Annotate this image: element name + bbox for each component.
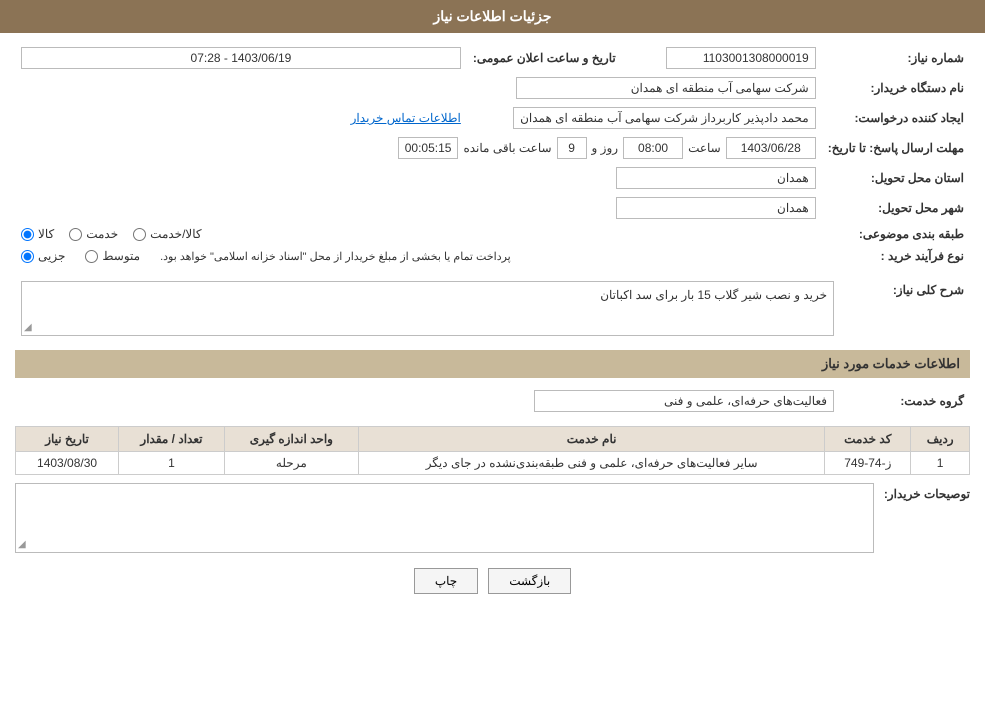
response-time-value: 08:00	[623, 137, 683, 159]
service-group-value: فعالیت‌های حرفه‌ای، علمی و فنی	[534, 390, 834, 412]
announce-date-value: 1403/06/19 - 07:28	[21, 47, 461, 69]
action-buttons: بازگشت چاپ	[15, 568, 970, 594]
purchase-motevaset-radio[interactable]	[85, 250, 98, 263]
response-date: 1403/06/28	[726, 137, 816, 159]
cell-unit: مرحله	[224, 452, 358, 475]
cell-qty: 1	[119, 452, 225, 475]
col-row: ردیف	[911, 427, 970, 452]
response-time-label: ساعت	[688, 141, 721, 155]
print-button[interactable]: چاپ	[414, 568, 478, 594]
col-date: تاریخ نیاز	[16, 427, 119, 452]
buyer-org-label: نام دستگاه خریدار:	[822, 73, 970, 103]
need-desc-value: خرید و نصب شیر گلاب 15 بار برای سد اکبات…	[600, 288, 827, 302]
cat-kala-khedmat[interactable]: کالا/خدمت	[133, 227, 201, 241]
purchase-jozee[interactable]: جزیی	[21, 249, 65, 263]
cat-khedmat[interactable]: خدمت	[69, 227, 118, 241]
col-code: کد خدمت	[825, 427, 911, 452]
buyer-desc-label: توصیحات خریدار:	[884, 483, 970, 553]
page-title: جزئیات اطلاعات نیاز	[0, 0, 985, 33]
creator-value: محمد دادپذیر کاربرداز شرکت سهامی آب منطق…	[513, 107, 816, 129]
city-value: همدان	[616, 197, 816, 219]
cat-kala-khedmat-label: کالا/خدمت	[150, 227, 201, 241]
response-day-label: روز و	[592, 141, 619, 155]
need-desc-box[interactable]: خرید و نصب شیر گلاب 15 بار برای سد اکبات…	[21, 281, 834, 336]
city-label: شهر محل تحویل:	[822, 193, 970, 223]
buyer-org-value: شرکت سهامی آب منطقه ای همدان	[516, 77, 816, 99]
cell-code: ز-74-749	[825, 452, 911, 475]
col-qty: تعداد / مقدار	[119, 427, 225, 452]
purchase-note: پرداخت تمام یا بخشی از مبلغ خریدار از مح…	[160, 250, 511, 263]
need-number-value: 1103001308000019	[666, 47, 816, 69]
col-name: نام خدمت	[358, 427, 824, 452]
response-day-value: 9	[557, 137, 587, 159]
purchase-jozee-label: جزیی	[38, 249, 65, 263]
cat-kala-label: کالا	[38, 227, 54, 241]
creator-label: ایجاد کننده درخواست:	[822, 103, 970, 133]
cat-khedmat-label: خدمت	[86, 227, 118, 241]
service-group-label: گروه خدمت:	[840, 386, 970, 416]
buyer-desc-section: توصیحات خریدار: ◢	[15, 483, 970, 553]
announce-date-label: تاریخ و ساعت اعلان عمومی:	[467, 43, 622, 73]
resize-handle-need: ◢	[24, 322, 32, 333]
cat-kala-radio[interactable]	[21, 228, 34, 241]
cell-name: سایر فعالیت‌های حرفه‌ای، علمی و فنی طبقه…	[358, 452, 824, 475]
services-section-header: اطلاعات خدمات مورد نیاز	[15, 350, 970, 378]
resize-handle-buyer: ◢	[18, 539, 26, 550]
services-table: ردیف کد خدمت نام خدمت واحد اندازه گیری ت…	[15, 426, 970, 475]
buyer-desc-box[interactable]: ◢	[15, 483, 874, 553]
remaining-label: ساعت باقی مانده	[463, 141, 551, 155]
cat-khedmat-radio[interactable]	[69, 228, 82, 241]
category-label: طبقه بندی موضوعی:	[822, 223, 970, 245]
purchase-type-label: نوع فرآیند خرید :	[822, 245, 970, 267]
table-row: 1 ز-74-749 سایر فعالیت‌های حرفه‌ای، علمی…	[16, 452, 970, 475]
col-unit: واحد اندازه گیری	[224, 427, 358, 452]
cat-kala[interactable]: کالا	[21, 227, 54, 241]
cat-kala-khedmat-radio[interactable]	[133, 228, 146, 241]
purchase-motevaset[interactable]: متوسط	[85, 249, 140, 263]
cell-row: 1	[911, 452, 970, 475]
remaining-value: 00:05:15	[398, 137, 459, 159]
province-label: استان محل تحویل:	[822, 163, 970, 193]
purchase-jozee-radio[interactable]	[21, 250, 34, 263]
need-desc-label: شرح کلی نیاز:	[840, 277, 970, 340]
response-deadline-label: مهلت ارسال پاسخ: تا تاریخ:	[822, 133, 970, 163]
need-number-label: شماره نیاز:	[822, 43, 970, 73]
purchase-motevaset-label: متوسط	[102, 249, 140, 263]
creator-link[interactable]: اطلاعات تماس خریدار	[351, 111, 461, 125]
province-value: همدان	[616, 167, 816, 189]
cell-date: 1403/08/30	[16, 452, 119, 475]
back-button[interactable]: بازگشت	[488, 568, 571, 594]
